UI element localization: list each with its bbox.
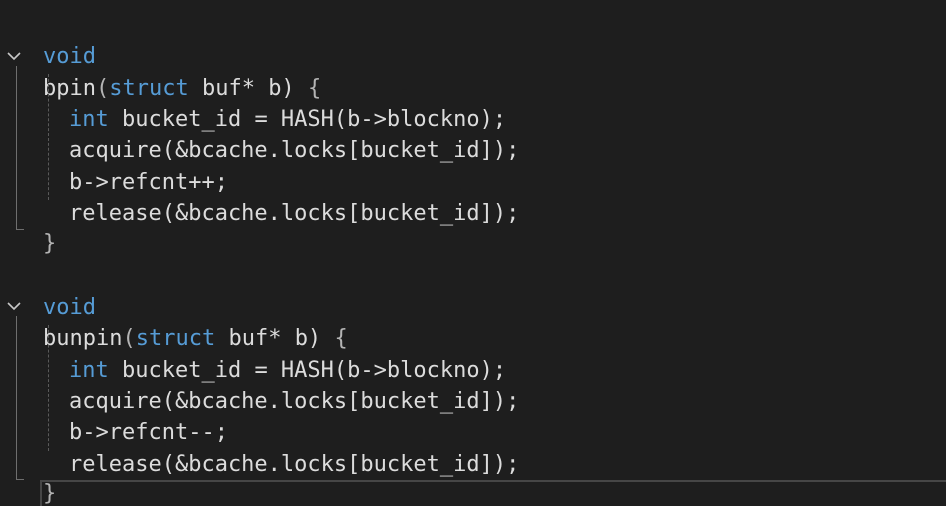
param-rest: buf* b) (188, 76, 308, 101)
statement-text: b->refcnt--; (69, 420, 228, 445)
open-paren: ( (95, 76, 110, 101)
open-paren: ( (122, 326, 136, 351)
param-rest: buf* b) (215, 326, 335, 351)
statement-text: acquire(&bcache.locks[bucket_id]); (69, 138, 520, 163)
statement-text: b->refcnt++; (69, 170, 228, 195)
statement-text: release(&bcache.locks[bucket_id]); (69, 452, 520, 477)
function-name: bunpin (43, 326, 123, 351)
type-keyword: int (69, 107, 109, 132)
statement-text: acquire(&bcache.locks[bucket_id]); (69, 389, 520, 414)
code-line-2[interactable]: bpin(struct buf* b) { (0, 42, 321, 101)
code-editor[interactable]: void bpin(struct buf* b) { int bucket_id… (0, 0, 946, 506)
param-keyword: struct (135, 326, 216, 351)
current-line-highlight[interactable] (40, 480, 946, 506)
close-brace: } (43, 231, 57, 256)
open-brace: { (307, 76, 322, 101)
code-line-14[interactable]: release(&bcache.locks[bucket_id]); (0, 418, 519, 477)
code-line-11[interactable]: int bucket_id = HASH(b->blockno); (0, 324, 506, 383)
code-line-6[interactable]: release(&bcache.locks[bucket_id]); (0, 167, 519, 226)
code-line-10[interactable]: bunpin(struct buf* b) { (0, 292, 348, 351)
type-keyword: int (69, 358, 109, 383)
code-line-5[interactable]: b->refcnt++; (0, 136, 228, 195)
statement-text: bucket_id = HASH(b->blockno); (108, 358, 507, 383)
code-line-15[interactable]: } (0, 447, 56, 506)
code-line-13[interactable]: b->refcnt--; (0, 386, 228, 445)
param-keyword: struct (109, 76, 189, 101)
code-line-9[interactable]: void (0, 261, 96, 320)
statement-text: bucket_id = HASH(b->blockno); (108, 107, 507, 132)
code-line-3[interactable]: int bucket_id = HASH(b->blockno); (0, 73, 506, 132)
statement-text: release(&bcache.locks[bucket_id]); (69, 201, 520, 226)
code-line-7[interactable]: } (0, 197, 56, 256)
open-brace: { (334, 326, 348, 351)
code-line-1[interactable]: void (0, 10, 96, 69)
code-line-4[interactable]: acquire(&bcache.locks[bucket_id]); (0, 104, 519, 163)
code-line-12[interactable]: acquire(&bcache.locks[bucket_id]); (0, 355, 519, 414)
